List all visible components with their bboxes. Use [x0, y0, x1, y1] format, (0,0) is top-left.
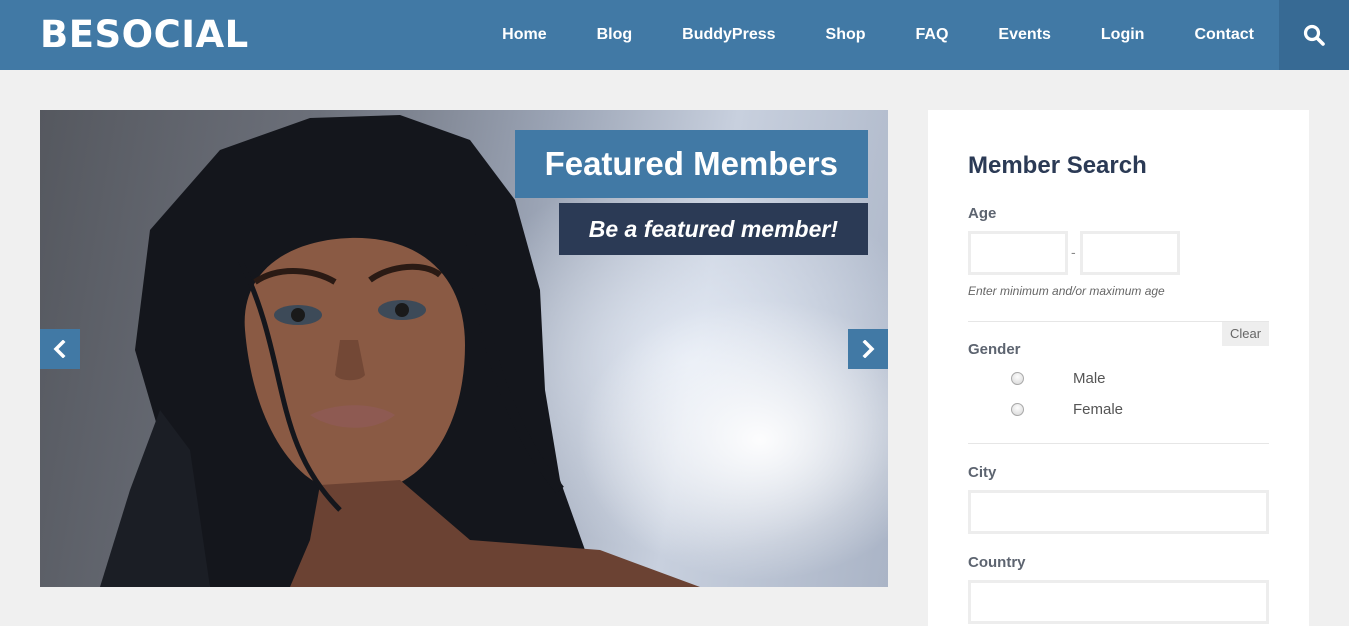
gender-female-radio[interactable]	[1011, 403, 1024, 416]
member-search-title: Member Search	[968, 152, 1147, 179]
nav-shop[interactable]: Shop	[801, 0, 891, 70]
gender-male-radio[interactable]	[1011, 372, 1024, 385]
slider-next-button[interactable]	[848, 329, 888, 369]
slide-title: Featured Members	[514, 130, 868, 198]
age-min-input[interactable]	[968, 231, 1068, 275]
search-icon	[1303, 24, 1325, 46]
slider-prev-button[interactable]	[40, 329, 80, 369]
city-input[interactable]	[968, 490, 1269, 534]
gender-label: Gender	[968, 341, 1021, 358]
nav-events[interactable]: Events	[973, 0, 1075, 70]
clear-button[interactable]: Clear	[1222, 322, 1269, 346]
divider	[968, 443, 1269, 444]
slide-subtitle[interactable]: Be a featured member!	[558, 203, 868, 255]
featured-members-slider: Featured Members Be a featured member!	[40, 110, 888, 587]
nav-contact[interactable]: Contact	[1169, 0, 1279, 70]
age-hint: Enter minimum and/or maximum age	[968, 284, 1165, 298]
nav-login[interactable]: Login	[1076, 0, 1170, 70]
main-nav: Home Blog BuddyPress Shop FAQ Events Log…	[477, 0, 1279, 70]
gender-male-label[interactable]: Male	[1073, 370, 1106, 387]
country-label: Country	[968, 554, 1026, 571]
nav-home[interactable]: Home	[477, 0, 571, 70]
member-search-widget: Member Search Age - Enter minimum and/or…	[928, 110, 1309, 626]
age-max-input[interactable]	[1080, 231, 1180, 275]
header-search-button[interactable]	[1279, 0, 1349, 70]
age-label: Age	[968, 205, 997, 222]
nav-faq[interactable]: FAQ	[891, 0, 974, 70]
site-header: BESOCIAL Home Blog BuddyPress Shop FAQ E…	[0, 0, 1349, 70]
age-separator: -	[1071, 244, 1076, 260]
chevron-left-icon	[53, 340, 66, 358]
chevron-right-icon	[862, 340, 875, 358]
nav-blog[interactable]: Blog	[572, 0, 658, 70]
nav-buddypress[interactable]: BuddyPress	[657, 0, 800, 70]
country-input[interactable]	[968, 580, 1269, 624]
site-logo[interactable]: BESOCIAL	[40, 13, 249, 57]
city-label: City	[968, 464, 997, 481]
gender-female-label[interactable]: Female	[1073, 401, 1123, 418]
